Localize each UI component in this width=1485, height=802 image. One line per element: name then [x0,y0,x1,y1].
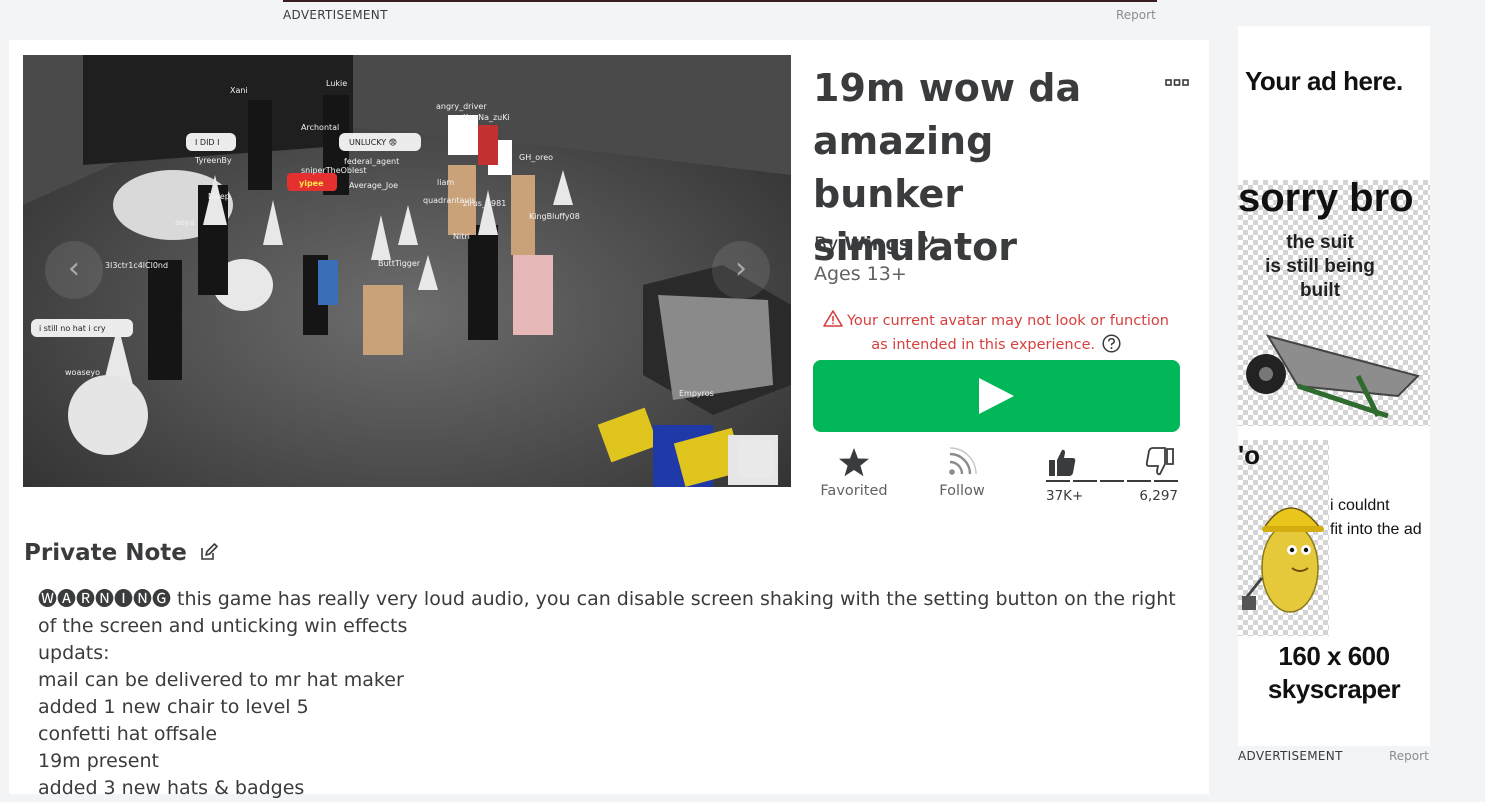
ad-suit-text: the suit is still being built [1265,232,1375,301]
ad-couldnt-text: i couldnt fit into the ad [1330,497,1422,538]
top-ad-banner[interactable] [283,0,1157,2]
vote-bar-segment [1154,480,1178,482]
game-description: 🅦🅐🅡🅝🅘🅝🅖 this game has really very loud a… [38,588,1176,799]
name-tag: I DID I [195,138,219,147]
chevron-left-icon: ‹ [68,251,80,286]
upvote-count: 37K+ [1046,488,1084,504]
creator-line: By Wings ツ [814,229,936,256]
egg-character-image [1242,507,1324,613]
name-tag: Meep [208,192,230,201]
creator-prefix: By [814,233,839,255]
warning-icon [823,310,843,327]
name-tag: Lukie [326,79,347,88]
name-tag: i still no hat i cry [39,324,106,333]
name-tag: Archontal [301,123,339,132]
carousel-prev-button[interactable]: ‹ [45,241,103,299]
vote-bar-segment [1073,480,1097,482]
play-icon [979,378,1014,414]
game-screenshot: Xani Lukie angry_driver KanNa_zuKi Archo… [23,55,791,487]
ad-sorry-text: sorry bro [1238,176,1414,220]
rss-icon [949,447,977,475]
name-tag: KingBluffy08 [529,212,580,221]
name-tag: UNLUCKY 😨 [349,138,397,147]
vote-bar-segment [1100,480,1124,482]
name-tag: TyreenBy [194,156,232,165]
ad-partial-text: 'o [1238,440,1261,470]
name-tag: federal_agent [344,157,399,166]
downvote-count: 6,297 [1139,488,1178,504]
chevron-right-icon: › [735,251,747,286]
game-thumbnail-carousel[interactable]: Xani Lukie angry_driver KanNa_zuKi Archo… [23,55,791,487]
favorite-button[interactable]: Favorited [818,446,890,504]
skyscraper-ad[interactable]: Your ad here. sorry bro the suit is stil… [1238,26,1430,746]
name-tag: Nitri [453,232,470,241]
name-tag: KanNa_zuKi [463,113,510,122]
side-ad-label: ADVERTISEMENT [1238,749,1343,763]
name-tag: Average_Joe [349,181,398,190]
follow-label: Follow [939,483,985,499]
private-note-title: Private Note [24,540,187,566]
top-ad-report-link[interactable]: Report [1116,8,1156,22]
ellipsis-icon [1165,79,1189,86]
vote-bar-segment [1046,480,1070,482]
downvote-button[interactable] [1144,446,1176,478]
name-tag: ButtTigger [378,259,421,268]
name-tag: Xani [230,86,248,95]
name-tag: yipee [299,179,324,188]
thumbs-down-icon [1145,447,1174,476]
avatar-warning: Your current avatar may not look or func… [820,309,1172,357]
follow-button[interactable]: Follow [928,446,996,504]
name-tag: liam [437,178,454,187]
age-rating: Ages 13+ [814,263,907,285]
vote-percentage-bar [1046,480,1178,482]
name-tag: GH_oreo [519,153,553,162]
name-tag: zirus_1981 [463,199,506,208]
carousel-next-button[interactable]: › [712,241,770,299]
edit-icon[interactable] [199,542,219,562]
more-options-button[interactable] [1165,74,1189,86]
side-ad-report-link[interactable]: Report [1389,749,1429,763]
name-tag: aoya [175,218,195,227]
private-note-heading: Private Note [24,540,219,566]
name-tag: sniperTheOblest [301,166,366,175]
ad-size-text: 160 x 600 skyscraper [1267,641,1401,704]
favorite-label: Favorited [820,483,888,499]
name-tag: angry_driver [436,102,487,111]
wheelbarrow-image [1246,334,1420,419]
name-tag: Empyros [679,389,714,398]
help-icon[interactable] [1102,334,1121,353]
play-button[interactable] [813,360,1180,432]
name-tag: woaseyo [65,368,100,377]
thumbs-up-icon [1049,449,1076,476]
upvote-button[interactable] [1046,446,1078,478]
name-tag: 3l3ctr1c4lCl0nd [105,261,168,270]
vote-bar-segment [1127,480,1151,482]
top-ad-label: ADVERTISEMENT [283,8,388,22]
star-icon [839,448,869,477]
creator-link[interactable]: Wings ツ [844,233,936,255]
ad-headline: Your ad here. [1245,66,1403,96]
